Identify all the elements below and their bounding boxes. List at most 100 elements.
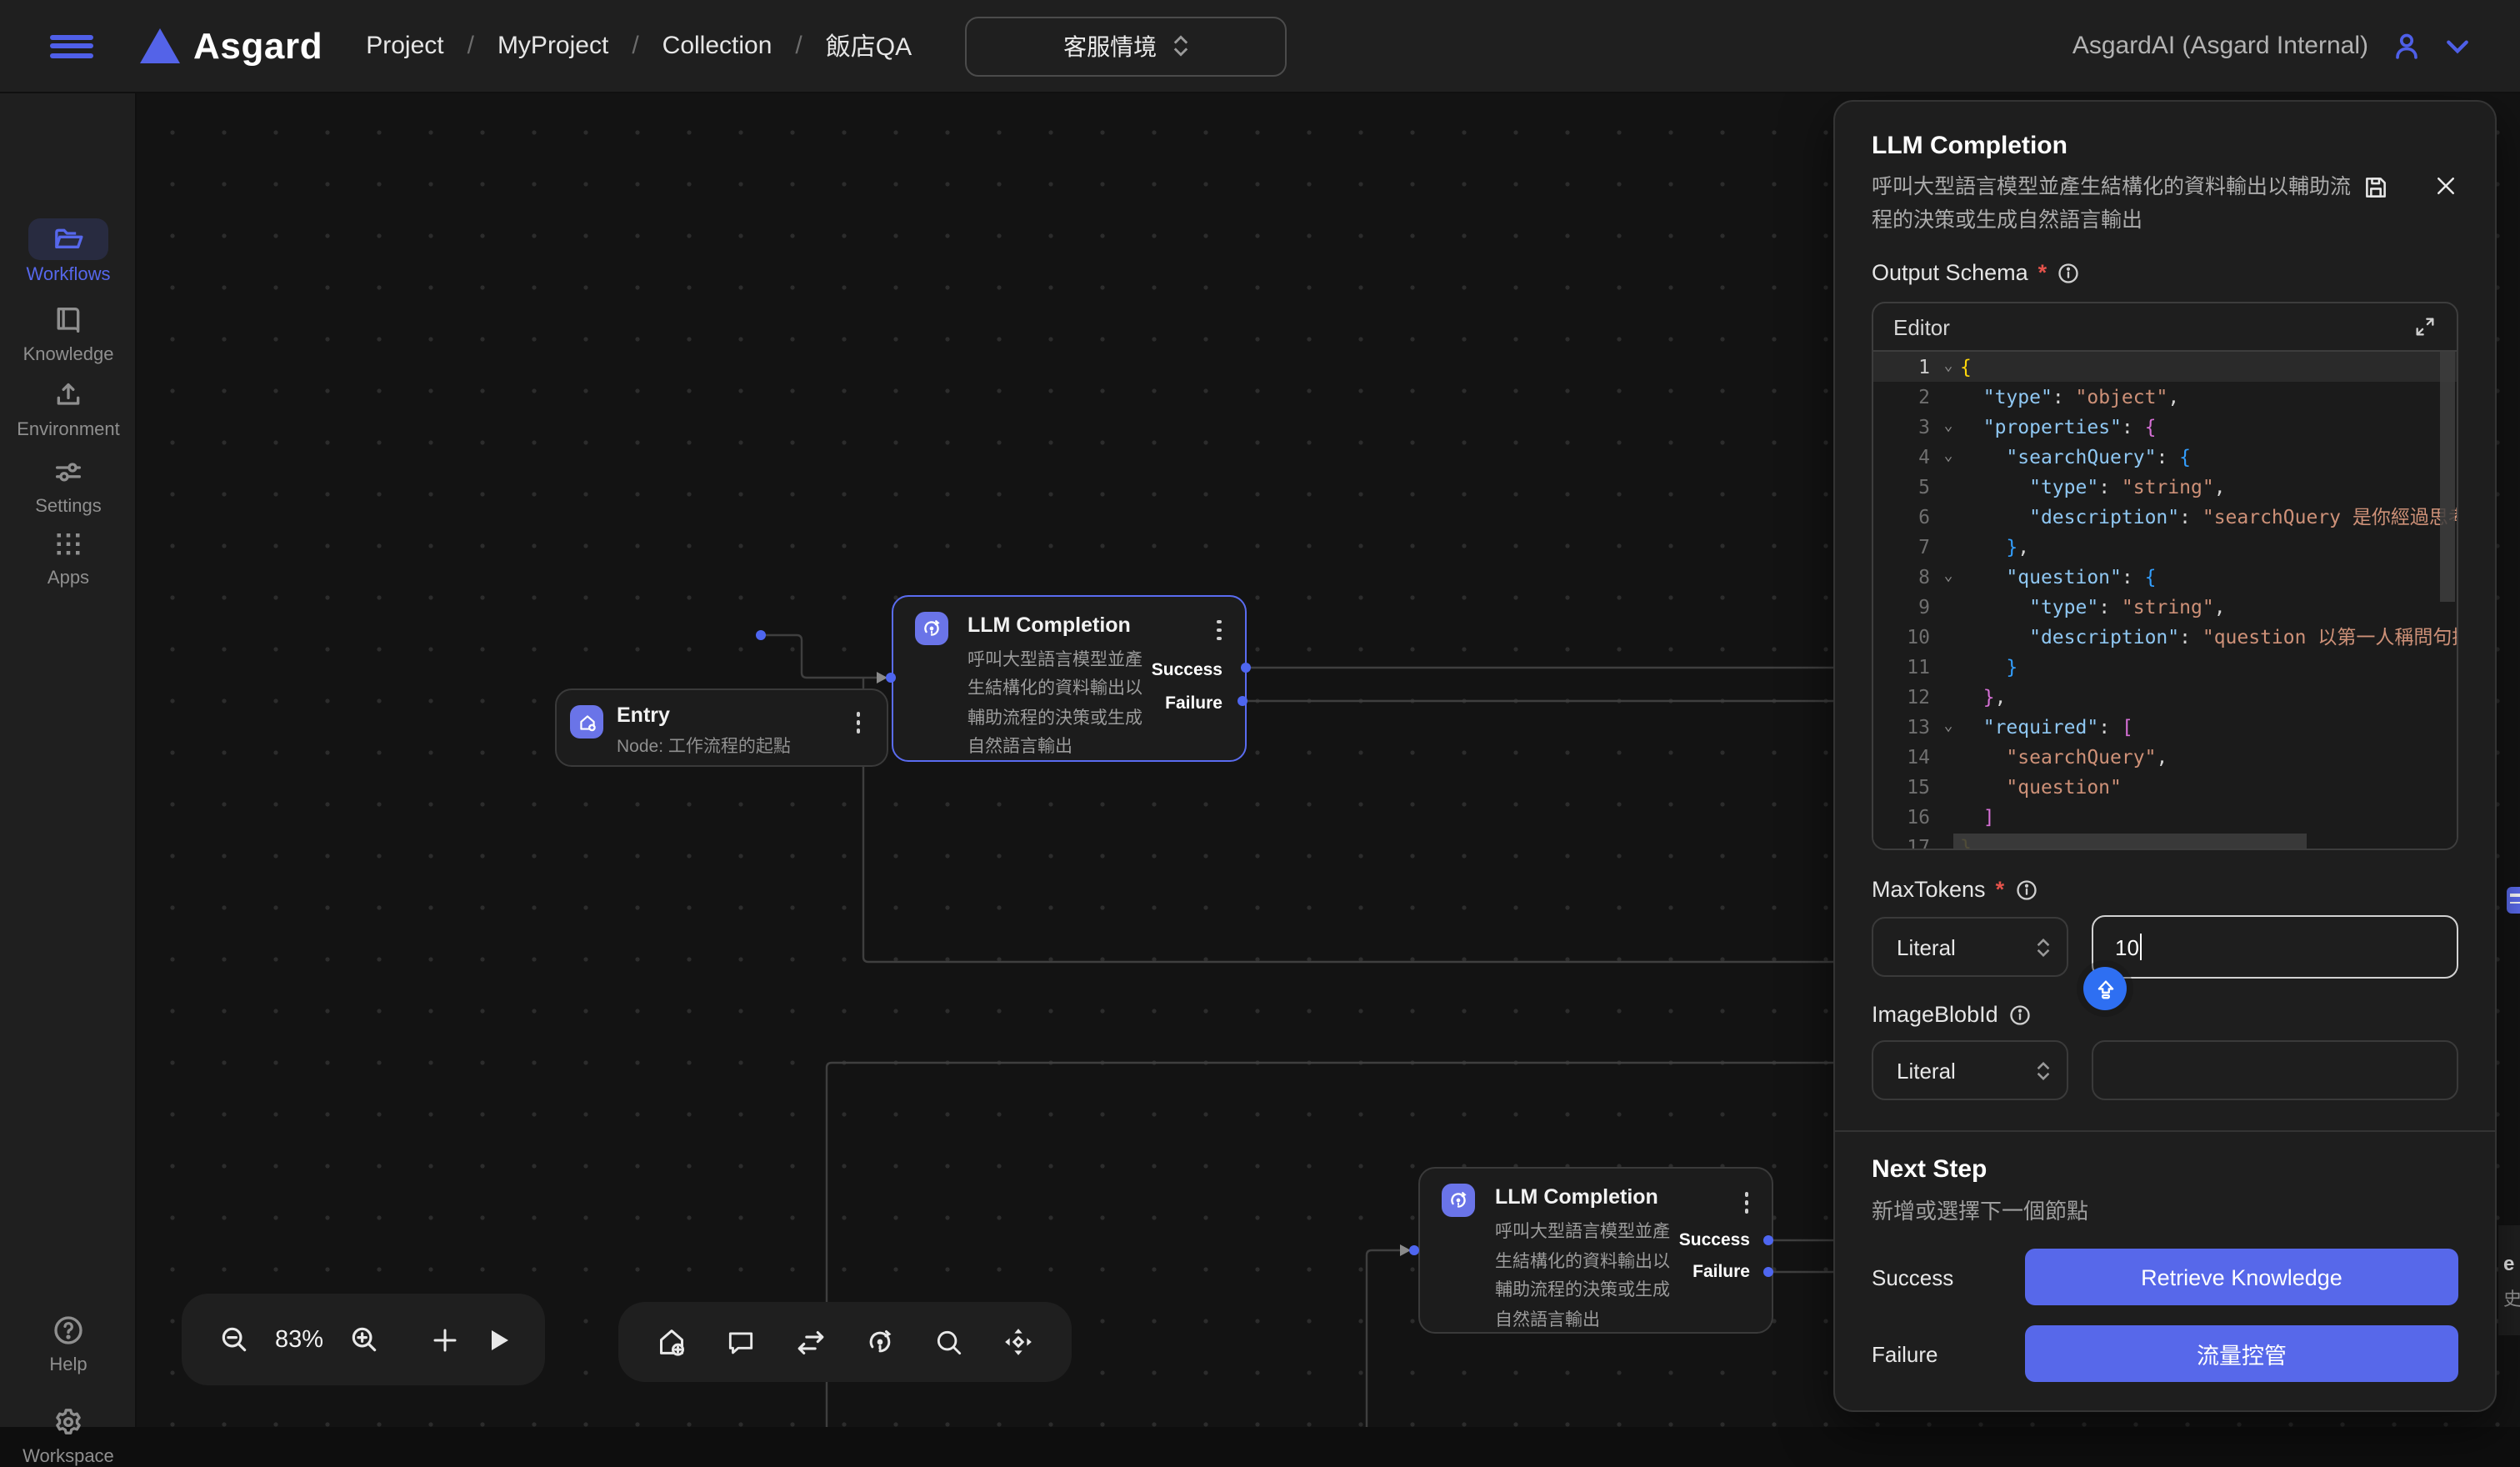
code-line[interactable]: 1⌄{: [1873, 352, 2457, 382]
maxtokens-input-value: 10: [2115, 934, 2139, 959]
comment-button[interactable]: [725, 1326, 757, 1358]
imageblobid-label: ImageBlobId: [1872, 1002, 1998, 1027]
canvas-toolbar: [618, 1302, 1072, 1382]
zoom-level[interactable]: 83%: [275, 1326, 323, 1353]
info-icon[interactable]: [2014, 878, 2038, 901]
port-label-success[interactable]: Success: [1152, 659, 1222, 679]
swap-connections-button[interactable]: [792, 1326, 828, 1358]
search-icon[interactable]: [933, 1326, 965, 1358]
logo-triangle-icon: [140, 28, 180, 63]
panel-divider: [1835, 1130, 2495, 1132]
gear-icon: [52, 1404, 85, 1438]
code-line[interactable]: 16 ]: [1873, 802, 2457, 832]
code-line[interactable]: 13⌄ "required": [: [1873, 712, 2457, 742]
code-line[interactable]: 12 },: [1873, 682, 2457, 712]
clipped-blue-chip: [2507, 887, 2520, 914]
editor-horizontal-scrollbar[interactable]: [1953, 834, 2307, 849]
llm-node-menu-icon[interactable]: [1741, 1189, 1752, 1216]
run-workflow-button[interactable]: [485, 1326, 512, 1353]
code-line[interactable]: 2 "type": "object",: [1873, 382, 2457, 412]
code-line[interactable]: 5 "type": "string",: [1873, 472, 2457, 502]
entry-node-title: Entry: [617, 703, 670, 727]
node-llm-completion-selected[interactable]: LLM Completion 呼叫大型語言模型並產生結構化的資料輸出以輔助流程的…: [891, 594, 1246, 761]
breadcrumb: Project / MyProject / Collection / 飯店QA: [366, 28, 912, 63]
help-circle-icon: [52, 1313, 85, 1346]
zoom-in-button[interactable]: [348, 1324, 380, 1355]
next-step-success-label: Success: [1872, 1264, 2025, 1289]
schema-editor[interactable]: Editor 1⌄{2 "type": "object",3⌄ "propert…: [1872, 302, 2458, 850]
port-label-success[interactable]: Success: [1679, 1230, 1750, 1250]
panel-description: 呼叫大型語言模型並產生結構化的資料輸出以輔助流程的決策或生成自然語言輸出: [1872, 170, 2362, 237]
maxtokens-label: MaxTokens: [1872, 877, 1986, 902]
code-line[interactable]: 10 "description": "question 以第一人稱問句描述: [1873, 622, 2457, 652]
edge-entry-to-llm: [761, 635, 880, 678]
llm-node-icon: [914, 611, 948, 644]
port-dot: [756, 630, 766, 640]
code-line[interactable]: 15 "question": [1873, 772, 2457, 802]
node-entry[interactable]: Entry Node: 工作流程的起點: [555, 688, 888, 767]
chevron-down-icon[interactable]: [2445, 38, 2470, 54]
code-line[interactable]: 9 "type": "string",: [1873, 592, 2457, 622]
close-icon[interactable]: [2433, 173, 2458, 198]
llm-run-icon[interactable]: [864, 1325, 898, 1359]
expand-icon[interactable]: [2413, 315, 2437, 338]
app-logo[interactable]: Asgard: [140, 24, 322, 68]
entry-node-menu-icon[interactable]: [852, 708, 863, 736]
clipped-node-text: 史: [2503, 1285, 2520, 1312]
sidebar-item-knowledge[interactable]: Knowledge: [0, 298, 137, 365]
code-line[interactable]: 4⌄ "searchQuery": {: [1873, 442, 2457, 472]
add-entry-node-button[interactable]: [655, 1325, 688, 1359]
environment-select[interactable]: 客服情境: [965, 16, 1287, 76]
add-node-button[interactable]: [430, 1324, 460, 1354]
logo-text: Asgard: [193, 24, 322, 68]
code-line[interactable]: 7 },: [1873, 532, 2457, 562]
zoom-toolbar: 83%: [182, 1294, 545, 1385]
pan-move-icon[interactable]: [1002, 1325, 1035, 1359]
code-line[interactable]: 14 "searchQuery",: [1873, 742, 2457, 772]
breadcrumb-project[interactable]: Project: [366, 32, 443, 60]
breadcrumb-myproject[interactable]: MyProject: [498, 32, 608, 60]
chevron-updown-icon: [1173, 35, 1188, 57]
info-icon[interactable]: [2057, 261, 2080, 284]
node-llm-completion-bottom[interactable]: LLM Completion 呼叫大型語言模型並產生結構化的資料輸出以輔助流程的…: [1418, 1167, 1773, 1334]
breadcrumb-separator: /: [468, 32, 474, 60]
sidebar-item-workspace[interactable]: Workspace: [0, 1400, 137, 1467]
node-clipped-right[interactable]: e 史: [2498, 1225, 2520, 1335]
next-step-success-button[interactable]: Retrieve Knowledge: [2025, 1249, 2458, 1305]
required-asterisk: *: [2038, 260, 2048, 285]
port-label-failure[interactable]: Failure: [1692, 1262, 1750, 1282]
sidebar-item-workflows[interactable]: Workflows: [0, 218, 137, 285]
sidebar-item-help[interactable]: Help: [0, 1309, 137, 1375]
editor-vertical-scrollbar[interactable]: [2440, 352, 2455, 602]
code-line[interactable]: 11 }: [1873, 652, 2457, 682]
code-line[interactable]: 8⌄ "question": {: [1873, 562, 2457, 592]
sidebar-item-label: Settings: [0, 497, 137, 517]
next-step-failure-button[interactable]: 流量控管: [2025, 1325, 2458, 1382]
code-line[interactable]: 3⌄ "properties": {: [1873, 412, 2457, 442]
required-asterisk: *: [1996, 877, 2005, 902]
info-icon[interactable]: [2008, 1003, 2032, 1026]
user-icon[interactable]: [2388, 28, 2425, 64]
sidebar-item-label: Workflows: [0, 265, 137, 285]
next-step-subtitle: 新增或選擇下一個節點: [1872, 1194, 2458, 1225]
sidebar-item-environment[interactable]: Environment: [0, 373, 137, 440]
sidebar: Workflows Knowledge Environment Settings…: [0, 93, 137, 1427]
hamburger-menu-icon[interactable]: [50, 34, 93, 58]
breadcrumb-current[interactable]: 飯店QA: [826, 28, 912, 63]
account-area: AsgardAI (Asgard Internal): [2072, 28, 2520, 64]
save-icon[interactable]: [2362, 173, 2390, 202]
shift-ime-badge-icon: [2083, 967, 2127, 1010]
code-line[interactable]: 6 "description": "searchQuery 是你經過思考後: [1873, 502, 2457, 532]
zoom-out-button[interactable]: [218, 1324, 250, 1355]
port-label-failure[interactable]: Failure: [1165, 693, 1222, 713]
llm-node-menu-icon[interactable]: [1213, 616, 1224, 643]
imageblobid-input[interactable]: [2092, 1040, 2458, 1100]
maxtokens-input[interactable]: 10: [2092, 915, 2458, 979]
code-editor-content[interactable]: 1⌄{2 "type": "object",3⌄ "properties": {…: [1873, 352, 2457, 849]
sidebar-item-apps[interactable]: Apps: [0, 522, 137, 588]
imageblobid-mode-select[interactable]: Literal: [1872, 1040, 2068, 1100]
breadcrumb-collection[interactable]: Collection: [662, 32, 772, 60]
chevron-updown-icon: [2037, 1061, 2050, 1079]
maxtokens-mode-select[interactable]: Literal: [1872, 917, 2068, 977]
sidebar-item-settings[interactable]: Settings: [0, 450, 137, 517]
